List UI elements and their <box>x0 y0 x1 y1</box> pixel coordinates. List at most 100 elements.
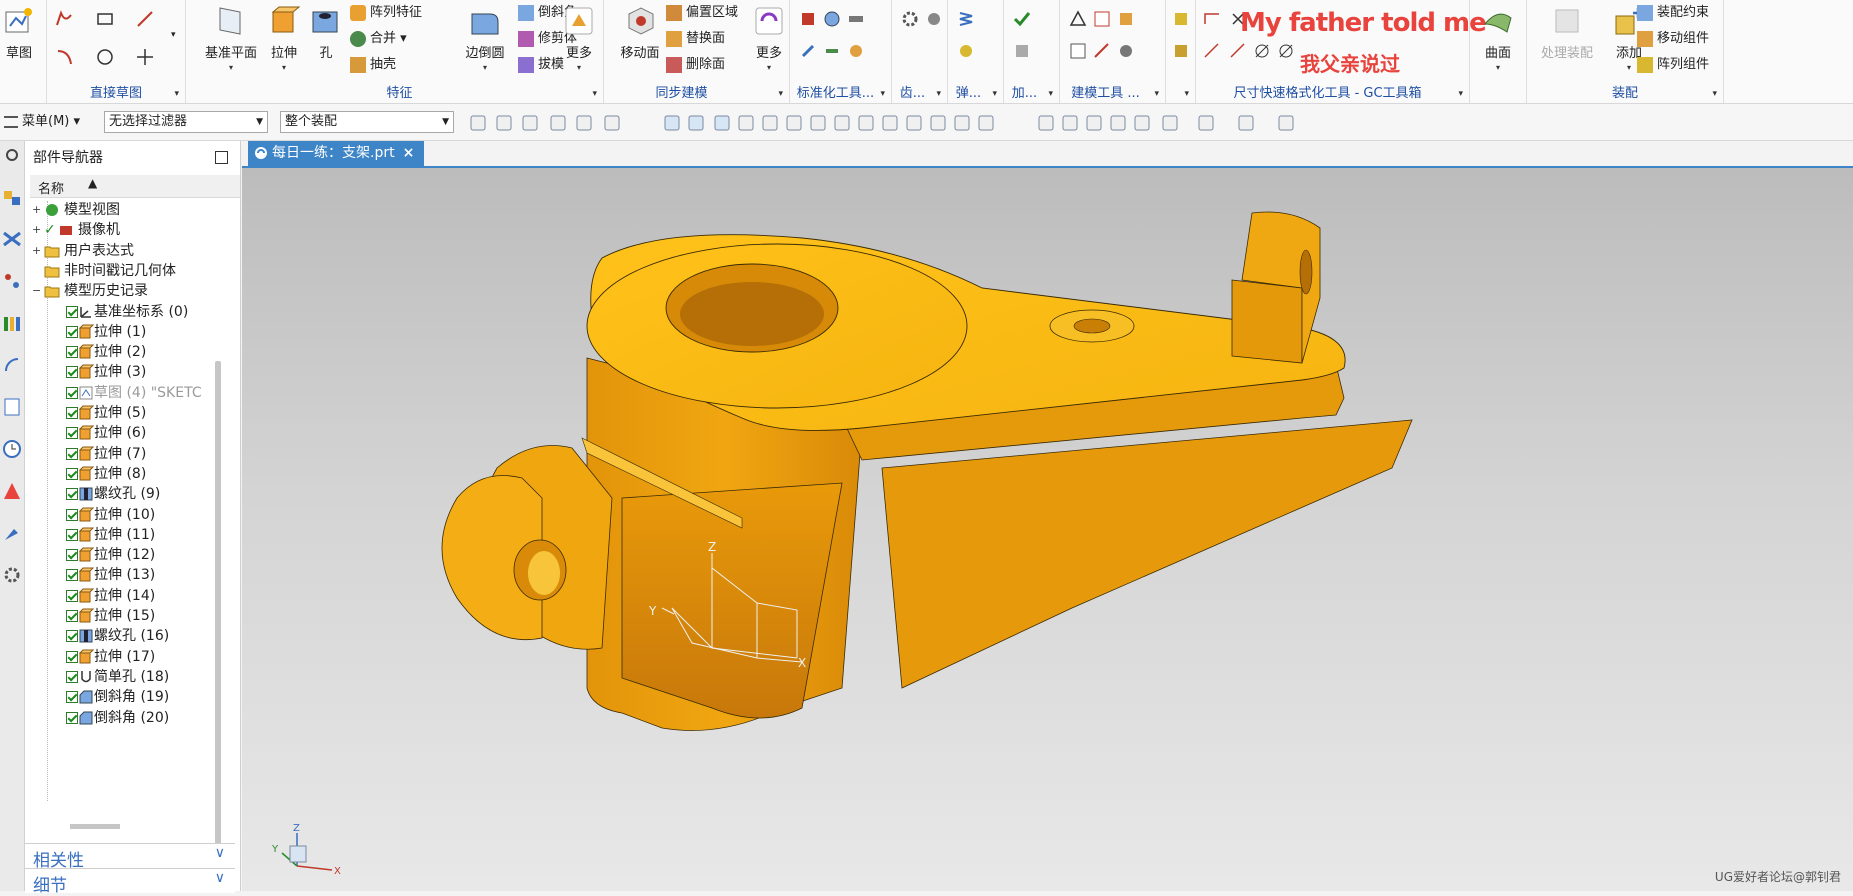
horizontal-scroll-thumb[interactable] <box>70 824 120 829</box>
visibility-checkbox[interactable] <box>66 650 78 663</box>
extrude-button[interactable]: 拉伸 ▾ <box>262 4 306 72</box>
modeling-tool-1[interactable] <box>1066 8 1090 30</box>
zoom-icon[interactable] <box>1132 113 1152 133</box>
chevron-down-icon[interactable]: ▾ <box>992 89 997 99</box>
circle-tool[interactable] <box>93 46 117 68</box>
filter-icon[interactable] <box>520 113 540 133</box>
add-tool-1[interactable] <box>1010 8 1034 30</box>
modeling-tool-3[interactable] <box>1114 8 1138 30</box>
add-tool-2[interactable] <box>1010 40 1034 62</box>
chevron-down-icon[interactable]: ▾ <box>174 89 179 99</box>
replace-face-button[interactable]: 替换面 <box>666 28 725 50</box>
visibility-checkbox[interactable] <box>66 447 78 460</box>
visibility-checkbox[interactable] <box>66 569 78 582</box>
line-tool[interactable] <box>133 8 157 30</box>
spring-tool-2[interactable] <box>954 40 978 62</box>
dim-tool-4[interactable] <box>1226 40 1250 62</box>
move-face-button[interactable]: 移动面 <box>610 4 670 61</box>
chevron-down-icon[interactable]: ▾ <box>1458 89 1463 99</box>
visibility-checkbox[interactable] <box>66 407 78 419</box>
visibility-checkbox[interactable] <box>66 346 78 359</box>
hole-button[interactable]: 孔 <box>306 4 346 61</box>
pole-icon[interactable] <box>976 113 996 133</box>
std-tool-4[interactable] <box>796 40 820 62</box>
gear-tool-1[interactable] <box>898 8 922 30</box>
chevron-down-icon[interactable]: ▾ <box>1154 89 1159 99</box>
rectangle-tool[interactable] <box>93 8 117 30</box>
more-features-button[interactable]: 更多 ▾ <box>558 4 600 72</box>
visibility-checkbox[interactable] <box>66 508 78 521</box>
std-tool-5[interactable] <box>820 40 844 62</box>
chevron-down-icon[interactable]: ▾ <box>592 89 597 99</box>
face-icon[interactable] <box>952 113 972 133</box>
visibility-checkbox[interactable] <box>66 366 78 379</box>
modeling-tool-6[interactable] <box>1114 40 1138 62</box>
view-icon[interactable] <box>1036 113 1056 133</box>
snap-icon[interactable] <box>468 113 488 133</box>
dim-tool-1[interactable] <box>1200 8 1224 30</box>
shell-button[interactable]: 抽壳 <box>350 54 396 76</box>
std-tool-3[interactable] <box>844 8 868 30</box>
system-icon[interactable] <box>2 565 22 585</box>
spline-icon[interactable] <box>784 113 804 133</box>
visibility-checkbox[interactable] <box>66 589 78 602</box>
chevron-down-icon[interactable]: ▾ <box>936 89 941 99</box>
move-component-button[interactable]: 移动组件 <box>1637 28 1709 50</box>
std-tool-2[interactable] <box>820 8 844 30</box>
pattern-component-button[interactable]: 阵列组件 <box>1637 54 1709 76</box>
midpoint-icon[interactable] <box>808 113 828 133</box>
navigator-column-header[interactable]: 名称 ▲ <box>30 175 240 198</box>
shaded-icon[interactable] <box>662 113 682 133</box>
assembly-navigator-icon[interactable] <box>2 187 22 207</box>
curve-snap-icon[interactable] <box>760 113 780 133</box>
snap-point-icon[interactable] <box>712 113 732 133</box>
offset-region-button[interactable]: 偏置区域 <box>666 2 738 24</box>
visibility-checkbox[interactable] <box>66 610 78 622</box>
sketch-more-caret[interactable]: ▾ <box>171 30 176 40</box>
clock-icon[interactable] <box>2 439 22 459</box>
settings-icon[interactable] <box>2 145 22 165</box>
details-panel-header[interactable]: 细节 ∨ <box>25 868 235 896</box>
datum-plane-button[interactable]: 基准平面 ▾ <box>200 4 262 72</box>
visibility-checkbox[interactable] <box>66 427 78 440</box>
visibility-checkbox[interactable] <box>66 488 78 501</box>
web-browser-icon[interactable] <box>2 355 22 375</box>
point-tool[interactable] <box>133 46 157 68</box>
box-select-icon[interactable] <box>602 113 622 133</box>
visibility-checkbox[interactable] <box>66 325 78 338</box>
dim-tool-3[interactable] <box>1200 40 1224 62</box>
maximize-icon[interactable] <box>215 151 228 164</box>
visibility-checkbox[interactable] <box>66 528 78 541</box>
constraint-navigator-icon[interactable] <box>2 229 22 249</box>
selection-scope-dropdown[interactable]: 整个装配 ▼ <box>280 111 454 133</box>
graphics-window[interactable]: Z Y X Z X Y UG爱好者论坛@郭钊君 <box>242 168 1853 891</box>
tree-item[interactable]: 倒斜角 (20) <box>30 706 232 730</box>
modeling-tool-4[interactable] <box>1066 40 1090 62</box>
line-snap-icon[interactable] <box>736 113 756 133</box>
diameter-tool-2[interactable] <box>1274 40 1298 62</box>
view-icon[interactable] <box>1060 113 1080 133</box>
visibility-checkbox[interactable] <box>66 467 78 480</box>
more-sync-button[interactable]: 更多 ▾ <box>748 4 790 72</box>
modeling-tool-2[interactable] <box>1090 8 1114 30</box>
style-icon[interactable] <box>1236 113 1256 133</box>
chevron-down-icon[interactable]: ▾ <box>1048 89 1053 99</box>
misc-tool-2[interactable] <box>1169 40 1193 62</box>
visibility-checkbox[interactable] <box>66 386 78 399</box>
center-icon[interactable] <box>856 113 876 133</box>
profile-tool[interactable] <box>53 8 77 30</box>
pattern-feature-button[interactable]: 阵列特征 <box>350 2 422 24</box>
reuse-library-icon[interactable] <box>2 313 22 333</box>
visibility-checkbox[interactable] <box>66 305 78 318</box>
spring-tool-1[interactable] <box>954 8 978 30</box>
arc-tool[interactable] <box>53 46 77 68</box>
visibility-checkbox[interactable] <box>66 691 78 704</box>
chevron-down-icon[interactable]: ▾ <box>880 89 885 99</box>
diameter-tool[interactable] <box>1250 40 1274 62</box>
chevron-down-icon[interactable]: ▾ <box>1184 89 1189 99</box>
dependencies-panel-header[interactable]: 相关性 ∨ <box>25 843 235 871</box>
sketch-button[interactable]: 草图 <box>0 4 42 61</box>
part-navigator-icon[interactable] <box>2 271 22 291</box>
layer-icon[interactable] <box>1160 113 1180 133</box>
section-icon[interactable] <box>1276 113 1296 133</box>
